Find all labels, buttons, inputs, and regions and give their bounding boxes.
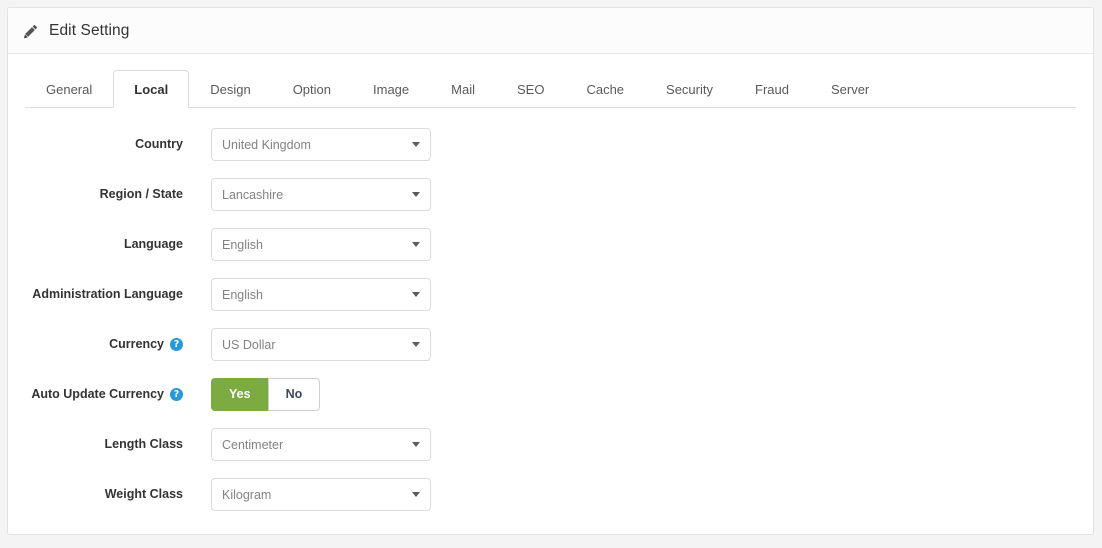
form-row-auto-update-currency: Auto Update Currency ? Yes No xyxy=(8,378,1093,411)
tab-cache[interactable]: Cache xyxy=(565,70,645,108)
chevron-down-icon xyxy=(412,242,420,247)
label-language-text: Language xyxy=(123,237,183,251)
tab-general-link[interactable]: General xyxy=(25,70,113,108)
tab-seo[interactable]: SEO xyxy=(496,70,565,108)
help-icon[interactable]: ? xyxy=(170,388,183,401)
field-auto-update-currency-wrap: Yes No xyxy=(211,378,321,411)
auto-update-currency-yes-button[interactable]: Yes xyxy=(211,378,268,411)
field-currency-wrap: US Dollar xyxy=(211,328,431,361)
field-language-wrap: English xyxy=(211,228,431,261)
tab-seo-link[interactable]: SEO xyxy=(496,70,565,108)
tab-mail-link[interactable]: Mail xyxy=(430,70,496,108)
pencil-icon xyxy=(23,24,38,39)
label-country: Country xyxy=(8,128,183,161)
chevron-down-icon xyxy=(412,292,420,297)
tab-local[interactable]: Local xyxy=(113,70,190,108)
settings-tabs: General Local Design Option Image Mail S… xyxy=(25,70,1076,108)
chevron-down-icon xyxy=(412,142,420,147)
page-background: Edit Setting General Local Design Option… xyxy=(0,0,1102,548)
length-class-select[interactable]: Centimeter xyxy=(211,428,431,461)
chevron-down-icon xyxy=(412,442,420,447)
form-row-language: Language English xyxy=(8,228,1093,261)
chevron-down-icon xyxy=(412,492,420,497)
chevron-down-icon xyxy=(412,342,420,347)
label-length-class: Length Class xyxy=(8,428,184,461)
tab-image-link[interactable]: Image xyxy=(352,70,430,108)
local-settings-form: Country United Kingdom Region / State La… xyxy=(8,108,1093,511)
form-row-region-state: Region / State Lancashire xyxy=(8,178,1093,211)
tab-security-link[interactable]: Security xyxy=(645,70,734,108)
page-title: Edit Setting xyxy=(49,21,130,39)
weight-class-select-value: Kilogram xyxy=(222,487,272,502)
field-country-wrap: United Kingdom xyxy=(211,128,431,161)
tab-mail[interactable]: Mail xyxy=(430,70,496,108)
currency-select-value: US Dollar xyxy=(222,337,276,352)
label-region-state: Region / State xyxy=(8,178,183,211)
label-region-state-text: Region / State xyxy=(99,187,183,201)
field-region-state-wrap: Lancashire xyxy=(211,178,431,211)
help-icon[interactable]: ? xyxy=(170,338,183,351)
tabs-container: General Local Design Option Image Mail S… xyxy=(8,54,1093,108)
tab-security[interactable]: Security xyxy=(645,70,734,108)
tab-option[interactable]: Option xyxy=(272,70,352,108)
tab-fraud-link[interactable]: Fraud xyxy=(734,70,810,108)
field-length-class-wrap: Centimeter xyxy=(211,428,431,461)
label-currency-text: Currency xyxy=(109,337,164,351)
label-weight-class: Weight Class xyxy=(8,478,183,511)
tab-server-link[interactable]: Server xyxy=(810,70,890,108)
region-state-select[interactable]: Lancashire xyxy=(211,178,431,211)
tab-general[interactable]: General xyxy=(25,70,113,108)
tab-server[interactable]: Server xyxy=(810,70,890,108)
country-select-value: United Kingdom xyxy=(222,137,311,152)
auto-update-currency-toggle: Yes No xyxy=(211,378,321,411)
field-administration-language-wrap: English xyxy=(211,278,431,311)
field-weight-class-wrap: Kilogram xyxy=(211,478,431,511)
form-row-country: Country United Kingdom xyxy=(8,128,1093,161)
label-weight-class-text: Weight Class xyxy=(104,487,183,501)
label-auto-update-currency-text: Auto Update Currency xyxy=(31,387,164,401)
region-state-select-value: Lancashire xyxy=(222,187,284,202)
label-country-text: Country xyxy=(135,137,183,151)
language-select-value: English xyxy=(222,237,263,252)
label-administration-language: Administration Language xyxy=(8,278,183,311)
language-select[interactable]: English xyxy=(211,228,431,261)
tab-option-link[interactable]: Option xyxy=(272,70,352,108)
tab-image[interactable]: Image xyxy=(352,70,430,108)
label-currency: Currency ? xyxy=(8,328,183,361)
weight-class-select[interactable]: Kilogram xyxy=(211,478,431,511)
tab-fraud[interactable]: Fraud xyxy=(734,70,810,108)
currency-select[interactable]: US Dollar xyxy=(211,328,431,361)
chevron-down-icon xyxy=(412,192,420,197)
label-administration-language-text: Administration Language xyxy=(32,287,183,301)
edit-setting-panel: Edit Setting General Local Design Option… xyxy=(7,7,1094,535)
auto-update-currency-no-button[interactable]: No xyxy=(267,378,321,411)
administration-language-select-value: English xyxy=(222,287,263,302)
form-row-weight-class: Weight Class Kilogram xyxy=(8,478,1093,511)
form-row-currency: Currency ? US Dollar xyxy=(8,328,1093,361)
country-select[interactable]: United Kingdom xyxy=(211,128,431,161)
form-row-length-class: Length Class Centimeter xyxy=(8,428,1093,461)
tab-cache-link[interactable]: Cache xyxy=(565,70,645,108)
administration-language-select[interactable]: English xyxy=(211,278,431,311)
panel-heading: Edit Setting xyxy=(8,8,1093,54)
form-row-administration-language: Administration Language English xyxy=(8,278,1093,311)
label-auto-update-currency: Auto Update Currency ? xyxy=(8,378,183,411)
tab-local-link[interactable]: Local xyxy=(113,70,190,108)
tab-design[interactable]: Design xyxy=(189,70,271,108)
length-class-select-value: Centimeter xyxy=(222,437,284,452)
label-language: Language xyxy=(8,228,183,261)
tab-design-link[interactable]: Design xyxy=(189,70,271,108)
label-length-class-text: Length Class xyxy=(104,437,184,451)
